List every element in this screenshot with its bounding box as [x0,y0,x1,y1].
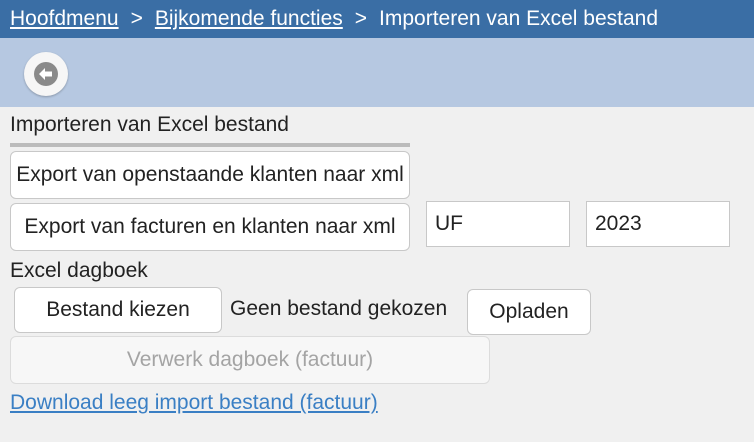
process-journal-button: Verwerk dagboek (factuur) [10,336,490,384]
page-title: Importeren van Excel bestand [10,113,410,147]
excel-journal-label: Excel dagboek [10,259,148,282]
export-invoices-customers-button[interactable]: Export van facturen en klanten naar xml [10,203,410,251]
year-field[interactable]: 2023 [586,201,730,247]
breadcrumb-separator: > [130,7,143,30]
breadcrumb-current: Importeren van Excel bestand [379,7,659,30]
download-empty-import-link[interactable]: Download leeg import bestand (factuur) [10,391,378,415]
breadcrumb-home-link[interactable]: Hoofdmenu [10,7,119,31]
back-button[interactable] [24,52,68,96]
breadcrumb-separator: > [354,7,368,30]
upload-button[interactable]: Opladen [467,289,591,335]
toolbar [0,38,754,107]
no-file-chosen-text: Geen bestand gekozen [230,297,448,320]
export-open-customers-button[interactable]: Export van openstaande klanten naar xml [10,151,410,199]
choose-file-button[interactable]: Bestand kiezen [14,287,222,333]
breadcrumb: Hoofdmenu > Bijkomende functies > Import… [0,0,754,38]
journal-code-field[interactable]: UF [426,201,570,247]
arrow-left-icon [34,62,58,86]
breadcrumb-extra-functions-link[interactable]: Bijkomende functies [155,7,343,31]
